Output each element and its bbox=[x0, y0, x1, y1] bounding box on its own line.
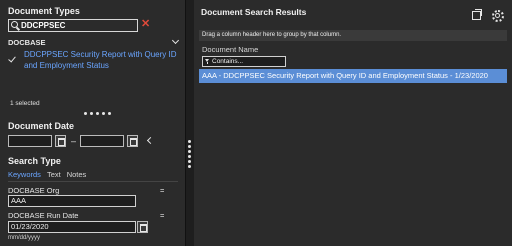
calendar-icon[interactable] bbox=[137, 221, 148, 233]
column-filter-input[interactable]: Contains... bbox=[202, 56, 286, 67]
document-type-item[interactable]: DDCPPSEC Security Report with Query ID a… bbox=[8, 49, 183, 71]
search-type-title: Search Type bbox=[8, 156, 61, 166]
chevron-down-icon[interactable] bbox=[172, 38, 179, 45]
date-from-input[interactable] bbox=[8, 135, 52, 147]
popout-icon[interactable] bbox=[472, 9, 482, 20]
date-format-hint: mm/dd/yyyy bbox=[8, 235, 41, 241]
date-to-input[interactable] bbox=[80, 135, 124, 147]
document-filters-pane: Document Types DDCPPSEC ✕ DOCBASE DDCPPS… bbox=[0, 0, 186, 246]
calendar-icon[interactable] bbox=[127, 135, 138, 147]
gear-icon[interactable] bbox=[491, 9, 504, 22]
operator-run-date[interactable]: = bbox=[160, 211, 164, 220]
results-title: Document Search Results bbox=[201, 7, 307, 17]
pane-splitter[interactable] bbox=[186, 0, 194, 246]
clear-search-icon[interactable]: ✕ bbox=[141, 18, 150, 31]
group-by-bar[interactable]: Drag a column header here to group by th… bbox=[199, 30, 507, 41]
document-date-title: Document Date bbox=[8, 121, 75, 131]
drag-handle-icon[interactable] bbox=[188, 140, 192, 170]
column-header-document-name[interactable]: Document Name bbox=[202, 45, 258, 54]
search-icon bbox=[9, 20, 21, 31]
filter-placeholder: Contains... bbox=[212, 58, 244, 65]
docbase-org-input[interactable]: AAA bbox=[8, 195, 136, 207]
document-type-search-input[interactable]: DDCPPSEC bbox=[8, 19, 138, 32]
checkmark-icon bbox=[8, 54, 16, 63]
date-separator: – bbox=[71, 136, 77, 146]
chevron-left-icon[interactable] bbox=[146, 137, 152, 143]
resize-grip-icon[interactable] bbox=[84, 112, 111, 115]
docbase-run-date-input[interactable]: 01/23/2020 bbox=[8, 221, 136, 233]
document-type-label: DDCPPSEC Security Report with Query ID a… bbox=[24, 50, 177, 70]
search-input-value: DDCPPSEC bbox=[21, 21, 66, 30]
operator-org[interactable]: = bbox=[160, 186, 164, 195]
table-row[interactable]: AAA - DDCPPSEC Security Report with Quer… bbox=[199, 69, 507, 83]
document-types-title: Document Types bbox=[8, 6, 80, 16]
field-label-run-date: DOCBASE Run Date bbox=[8, 211, 79, 220]
field-label-org: DOCBASE Org bbox=[8, 186, 60, 195]
selected-count: 1 selected bbox=[10, 100, 40, 107]
filter-icon bbox=[205, 59, 210, 64]
search-results-pane: Document Search Results Drag a column he… bbox=[194, 0, 512, 246]
calendar-icon[interactable] bbox=[55, 135, 66, 147]
tab-divider bbox=[8, 181, 178, 182]
docbase-group-header[interactable]: DOCBASE bbox=[8, 38, 180, 47]
